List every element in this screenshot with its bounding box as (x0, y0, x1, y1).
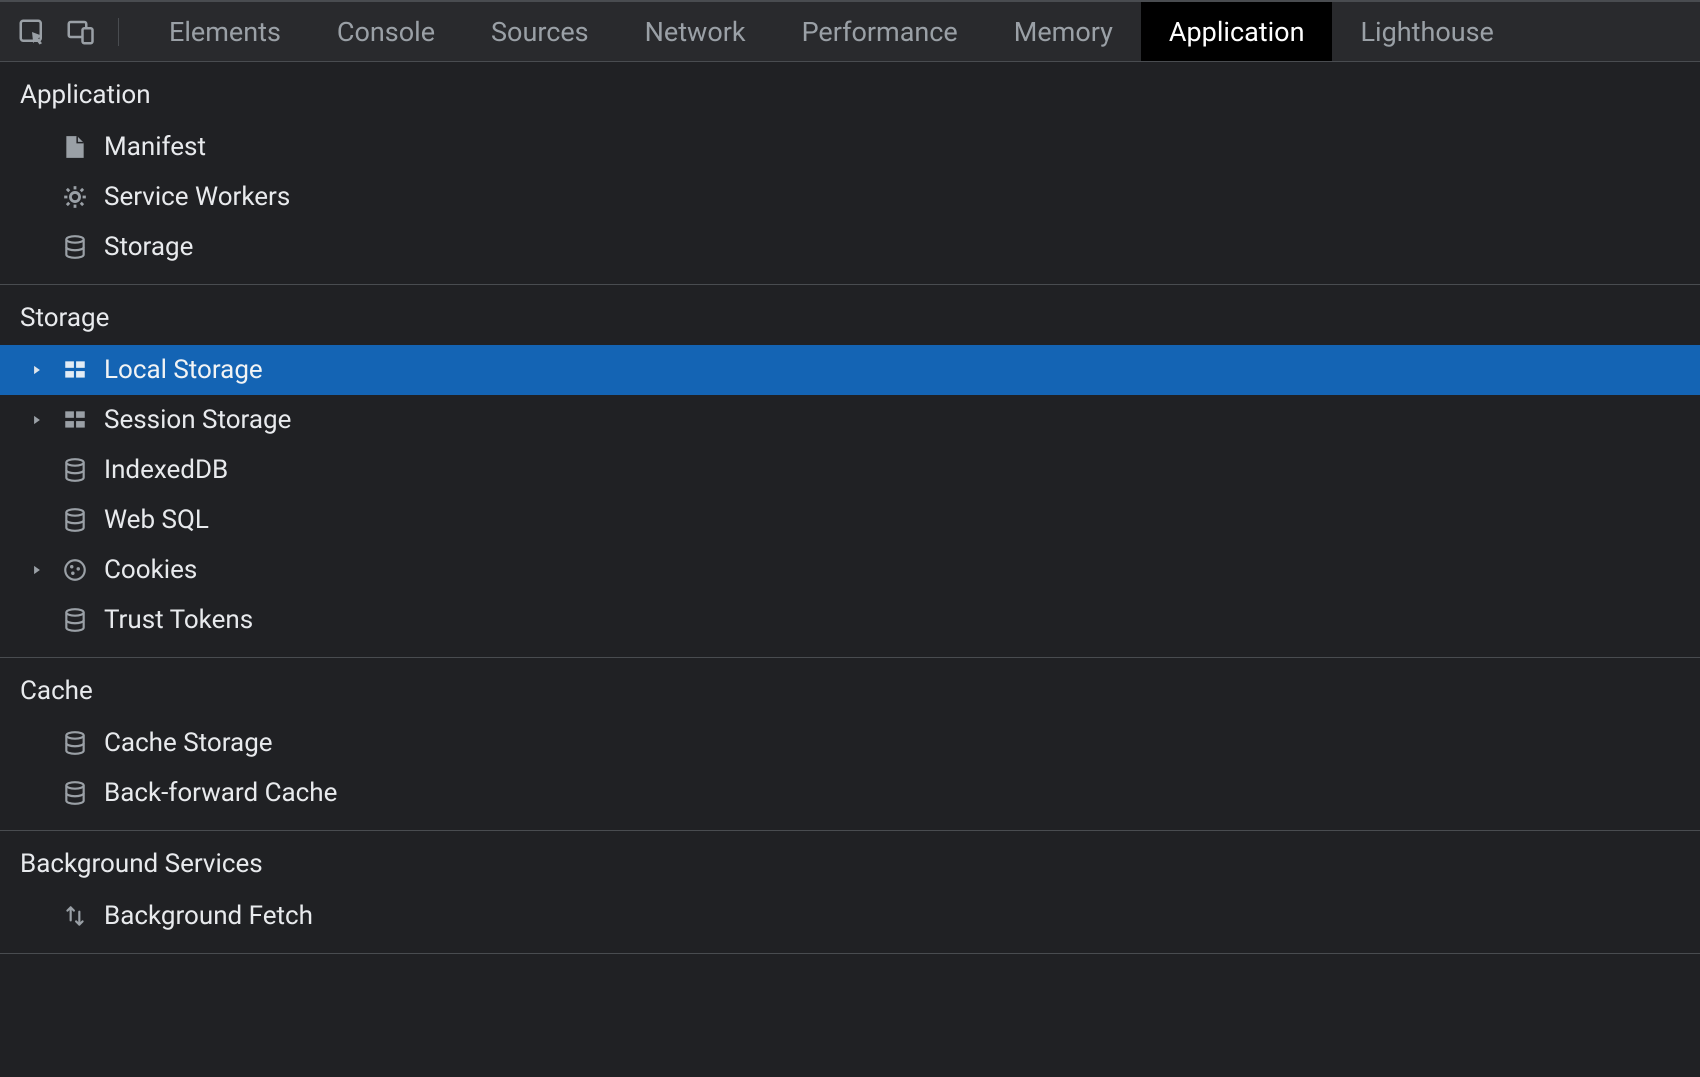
section-header-background-services: Background Services (0, 831, 1700, 891)
tree-item-trust-tokens[interactable]: Trust Tokens (0, 595, 1700, 645)
cookie-icon (60, 555, 90, 585)
tree-item-bf-cache[interactable]: Back-forward Cache (0, 768, 1700, 818)
tree-item-session-storage[interactable]: Session Storage (0, 395, 1700, 445)
tree-item-label: Manifest (104, 132, 1700, 162)
section-header-storage: Storage (0, 285, 1700, 345)
tab-sources[interactable]: Sources (463, 2, 617, 61)
tree-item-label: Local Storage (104, 355, 1700, 385)
expand-arrow-icon[interactable] (28, 413, 46, 427)
tree-item-local-storage[interactable]: Local Storage (0, 345, 1700, 395)
database-icon (60, 605, 90, 635)
tab-label: Application (1169, 16, 1305, 48)
grid-icon (60, 355, 90, 385)
expand-arrow-icon[interactable] (28, 563, 46, 577)
tab-label: Console (337, 16, 435, 48)
tree-item-manifest[interactable]: Manifest (0, 122, 1700, 172)
toolbar-icon-group (12, 2, 141, 61)
section-storage: Storage Local Storage Session Storage Index… (0, 285, 1700, 658)
devtools-tabs: Elements Console Sources Network Performance… (141, 2, 1522, 61)
section-application: Application Manifest Service Workers Storag… (0, 62, 1700, 285)
expand-arrow-icon[interactable] (28, 363, 46, 377)
tree-item-cache-storage[interactable]: Cache Storage (0, 718, 1700, 768)
tree-item-background-fetch[interactable]: Background Fetch (0, 891, 1700, 941)
tab-performance[interactable]: Performance (774, 2, 986, 61)
tree-item-cookies[interactable]: Cookies (0, 545, 1700, 595)
tab-elements[interactable]: Elements (141, 2, 309, 61)
tree-item-label: Cookies (104, 555, 1700, 585)
tree-item-storage[interactable]: Storage (0, 222, 1700, 272)
tab-memory[interactable]: Memory (986, 2, 1141, 61)
database-icon (60, 455, 90, 485)
tab-console[interactable]: Console (309, 2, 463, 61)
toolbar-separator (118, 18, 119, 46)
database-icon (60, 505, 90, 535)
tab-network[interactable]: Network (617, 2, 774, 61)
section-header-application: Application (0, 62, 1700, 122)
tree-item-websql[interactable]: Web SQL (0, 495, 1700, 545)
tab-label: Sources (491, 16, 589, 48)
section-header-cache: Cache (0, 658, 1700, 718)
tree-item-label: Service Workers (104, 182, 1700, 212)
section-cache: Cache Cache Storage Back-forward Cache (0, 658, 1700, 831)
section-background-services: Background Services Background Fetch (0, 831, 1700, 954)
database-icon (60, 728, 90, 758)
tree-item-service-workers[interactable]: Service Workers (0, 172, 1700, 222)
tree-item-label: Back-forward Cache (104, 778, 1700, 808)
inspect-element-icon[interactable] (12, 12, 52, 52)
updown-icon (60, 901, 90, 931)
tab-lighthouse[interactable]: Lighthouse (1332, 2, 1521, 61)
gear-icon (60, 182, 90, 212)
tree-item-label: Cache Storage (104, 728, 1700, 758)
grid-icon (60, 405, 90, 435)
database-icon (60, 232, 90, 262)
tab-label: Performance (802, 16, 958, 48)
tab-label: Memory (1014, 16, 1113, 48)
tree-item-label: Web SQL (104, 505, 1700, 535)
database-icon (60, 778, 90, 808)
application-panel-sidebar: Application Manifest Service Workers Storag… (0, 62, 1700, 954)
tab-label: Network (645, 16, 746, 48)
tree-item-label: Storage (104, 232, 1700, 262)
tree-item-label: Background Fetch (104, 901, 1700, 931)
file-icon (60, 132, 90, 162)
devtools-toolbar: Elements Console Sources Network Performance… (0, 0, 1700, 62)
tree-item-label: Session Storage (104, 405, 1700, 435)
tab-application[interactable]: Application (1141, 2, 1333, 61)
device-toggle-icon[interactable] (60, 12, 100, 52)
tree-item-label: IndexedDB (104, 455, 1700, 485)
tree-item-label: Trust Tokens (104, 605, 1700, 635)
tab-label: Lighthouse (1360, 16, 1493, 48)
tab-label: Elements (169, 16, 281, 48)
tree-item-indexeddb[interactable]: IndexedDB (0, 445, 1700, 495)
